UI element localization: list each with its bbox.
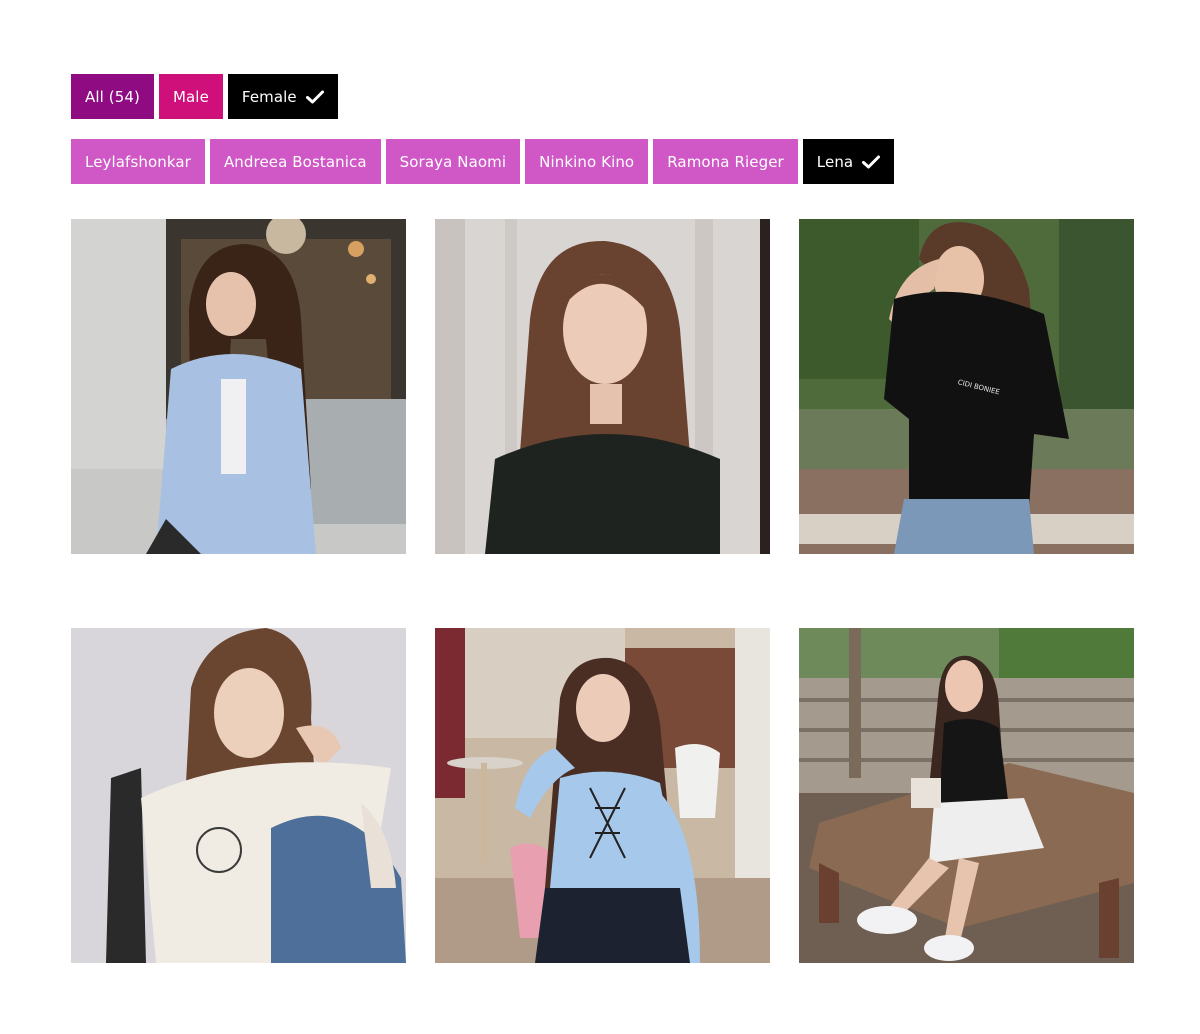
filter-lena-label: Lena (816, 152, 854, 171)
filter-male-label: Male (172, 87, 209, 106)
filter-lena-button[interactable]: Lena (802, 139, 895, 184)
filter-ramona-rieger-button[interactable]: Ramona Rieger (653, 139, 798, 184)
filter-andreea-bostanica-button[interactable]: Andreea Bostanica (209, 139, 381, 184)
filter-female-label: Female (241, 87, 297, 106)
filter-all-button[interactable]: All (54) (71, 74, 154, 119)
gallery-photo[interactable]: CIDI BONIEE (799, 219, 1134, 554)
check-icon (305, 90, 324, 104)
photo-image (435, 628, 770, 963)
filter-ramona-rieger-label: Ramona Rieger (667, 152, 784, 171)
photo-image (71, 628, 406, 963)
filter-andreea-bostanica-label: Andreea Bostanica (223, 152, 367, 171)
filter-male-button[interactable]: Male (158, 74, 223, 119)
filter-all-label: All (54) (85, 87, 140, 106)
photo-image (799, 628, 1134, 963)
filter-leylafshonkar-label: Leylafshonkar (85, 152, 191, 171)
model-filter-bar: Leylafshonkar Andreea Bostanica Soraya N… (71, 139, 895, 184)
filter-female-button[interactable]: Female (227, 74, 338, 119)
gallery-photo[interactable] (435, 628, 770, 963)
gallery-photo[interactable] (71, 219, 406, 554)
photo-image: CIDI BONIEE (799, 219, 1134, 554)
filter-soraya-naomi-button[interactable]: Soraya Naomi (385, 139, 521, 184)
filter-soraya-naomi-label: Soraya Naomi (399, 152, 507, 171)
filter-ninkino-kino-button[interactable]: Ninkino Kino (525, 139, 649, 184)
photo-gallery: CIDI BONIEE (71, 219, 1134, 963)
filter-leylafshonkar-button[interactable]: Leylafshonkar (71, 139, 205, 184)
gallery-photo[interactable] (435, 219, 770, 554)
gallery-photo[interactable] (799, 628, 1134, 963)
gallery-photo[interactable] (71, 628, 406, 963)
photo-image (71, 219, 406, 554)
photo-image (435, 219, 770, 554)
filter-ninkino-kino-label: Ninkino Kino (539, 152, 635, 171)
gender-filter-bar: All (54) Male Female (71, 74, 338, 119)
check-icon (862, 155, 881, 169)
